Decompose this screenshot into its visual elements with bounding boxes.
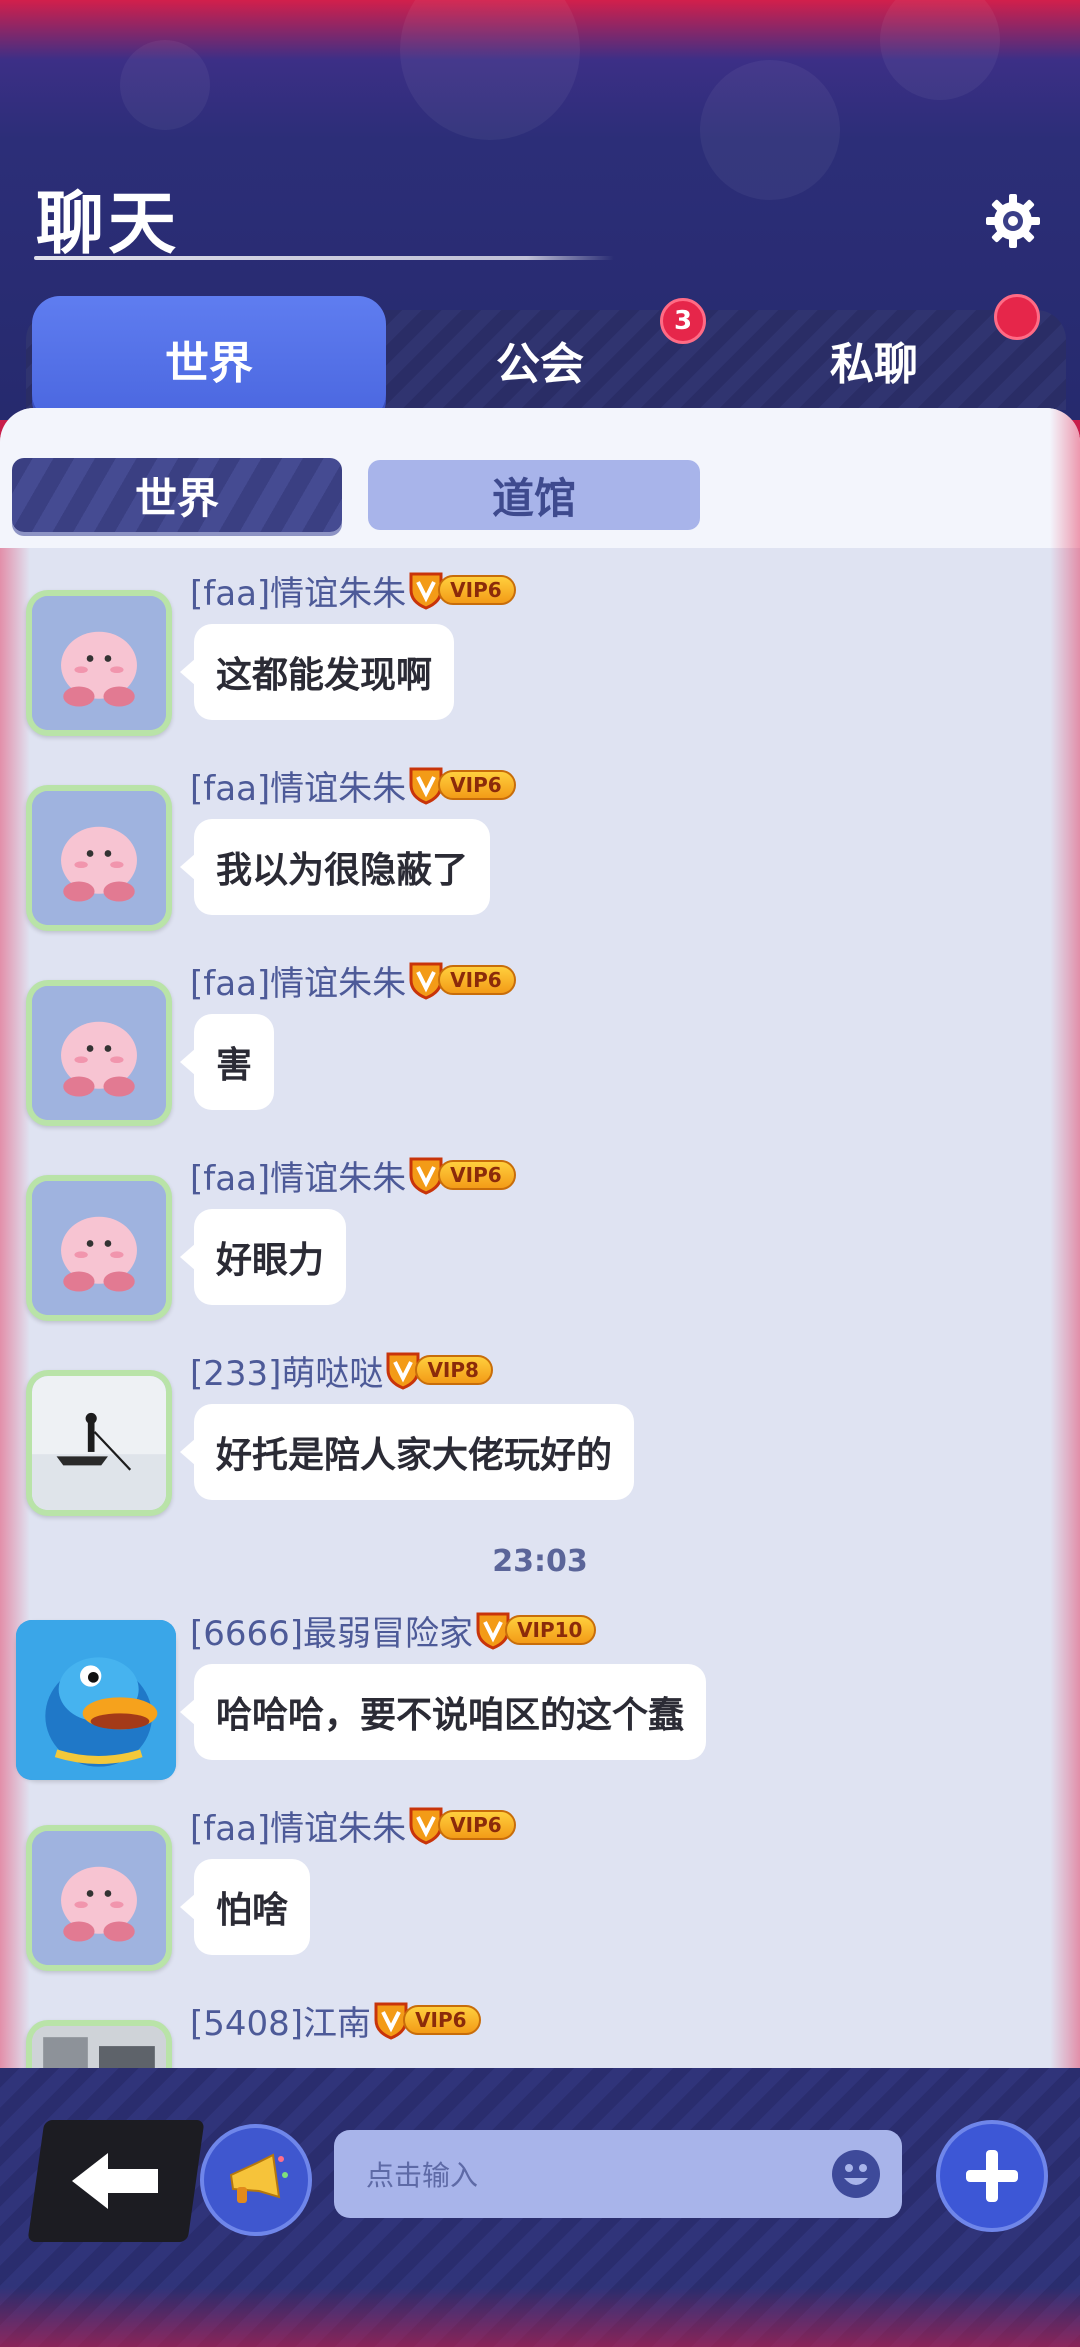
sender-row: [faa]情谊朱朱 VIP6	[190, 761, 516, 810]
duck-avatar[interactable]	[16, 1620, 176, 1780]
vip-level: VIP6	[438, 1810, 516, 1840]
vip-badge: VIP6	[408, 767, 516, 805]
chat-input[interactable]: 点击输入	[334, 2130, 902, 2218]
vip-badge: VIP6	[373, 2002, 481, 2040]
tab-label: 私聊	[830, 339, 918, 390]
message-bubble: 害	[179, 1014, 275, 1110]
sender-name[interactable]: [faa]情谊朱朱	[190, 1801, 406, 1850]
bottom-input-bar: 点击输入	[0, 2068, 1080, 2347]
sender-row: [faa]情谊朱朱 VIP6	[190, 566, 516, 615]
chat-panel: 世界 道馆 [faa]情谊朱朱 VIP6 这都能发现啊 [faa]情谊朱朱 VI…	[0, 408, 1080, 2068]
sender-row: [faa]情谊朱朱 VIP6	[190, 1151, 516, 1200]
chat-message: [6666]最弱冒险家 VIP10 哈哈哈，要不说咱区的这个蠢	[0, 1608, 1080, 1798]
vip-level: VIP6	[438, 1160, 516, 1190]
back-button[interactable]	[27, 2120, 205, 2242]
message-bubble: 我以为很隐蔽了	[179, 819, 491, 915]
vip-badge: VIP6	[408, 572, 516, 610]
megaphone-icon	[229, 2153, 288, 2203]
vip-badge: VIP6	[408, 962, 516, 1000]
chat-message: [faa]情谊朱朱 VIP6 怕啥	[0, 1803, 1080, 1993]
plus-icon	[966, 2150, 1018, 2202]
subtab-gym[interactable]: 道馆	[368, 460, 700, 530]
tab-world[interactable]: 世界	[32, 296, 386, 422]
vip-level: VIP6	[438, 965, 516, 995]
chat-message: [faa]情谊朱朱 VIP6 好眼力	[0, 1153, 1080, 1343]
tab-private[interactable]: 私聊	[724, 320, 1024, 400]
sender-name[interactable]: [6666]最弱冒险家	[190, 1606, 473, 1655]
page-title: 聊天	[36, 185, 181, 264]
message-bubble: 怕啥	[179, 1859, 311, 1955]
vip-level: VIP8	[415, 1355, 493, 1385]
message-bubble: 哈哈哈，要不说咱区的这个蠢	[179, 1664, 707, 1760]
emoji-icon[interactable]	[830, 2148, 882, 2200]
sender-name[interactable]: [faa]情谊朱朱	[190, 761, 406, 810]
timestamp: 23:03	[492, 1544, 588, 1579]
pink-blob-avatar[interactable]	[26, 980, 172, 1126]
sender-name[interactable]: [faa]情谊朱朱	[190, 1151, 406, 1200]
subtab-label: 世界	[134, 473, 219, 523]
tab-label: 公会	[496, 339, 584, 390]
sender-row: [faa]情谊朱朱 VIP6	[190, 956, 516, 1005]
subtab-world[interactable]: 世界	[12, 458, 342, 532]
message-bubble: 好托是陪人家大佬玩好的	[179, 1404, 635, 1500]
private-unread-dot	[994, 294, 1040, 340]
vip-level: VIP6	[403, 2005, 481, 2035]
message-bubble: 这都能发现啊	[179, 624, 455, 720]
vip-level: VIP10	[505, 1615, 597, 1645]
vip-badge: VIP6	[408, 1807, 516, 1845]
vip-level: VIP6	[438, 770, 516, 800]
chat-message: [faa]情谊朱朱 VIP6 我以为很隐蔽了	[0, 763, 1080, 953]
add-button[interactable]	[936, 2120, 1048, 2232]
megaphone-button[interactable]	[200, 2124, 312, 2236]
back-arrow-icon	[72, 2153, 158, 2209]
pink-blob-avatar[interactable]	[26, 590, 172, 736]
pink-blob-avatar[interactable]	[26, 1175, 172, 1321]
title-underline	[34, 256, 614, 260]
pink-blob-avatar[interactable]	[26, 785, 172, 931]
vip-badge: VIP10	[475, 1612, 597, 1650]
chat-message: [5408]江南 VIP6	[0, 1998, 1080, 2068]
vip-level: VIP6	[438, 575, 516, 605]
sender-row: [5408]江南 VIP6	[190, 1996, 481, 2045]
sender-row: [faa]情谊朱朱 VIP6	[190, 1801, 516, 1850]
sender-row: [6666]最弱冒险家 VIP10	[190, 1606, 597, 1655]
guild-unread-badge: 3	[660, 298, 706, 344]
sender-name[interactable]: [233]萌哒哒	[190, 1346, 383, 1395]
chat-message: [233]萌哒哒 VIP8 好托是陪人家大佬玩好的	[0, 1348, 1080, 1538]
sender-name[interactable]: [faa]情谊朱朱	[190, 956, 406, 1005]
vip-badge: VIP8	[385, 1352, 493, 1390]
sender-name[interactable]: [5408]江南	[190, 1996, 371, 2045]
sender-row: [233]萌哒哒 VIP8	[190, 1346, 493, 1395]
subtab-label: 道馆	[491, 473, 576, 523]
tab-label: 世界	[165, 338, 253, 389]
photo-avatar[interactable]	[26, 2020, 172, 2068]
message-bubble: 好眼力	[179, 1209, 347, 1305]
sender-name[interactable]: [faa]情谊朱朱	[190, 566, 406, 615]
pink-blob-avatar[interactable]	[26, 1825, 172, 1971]
boat-avatar[interactable]	[26, 1370, 172, 1516]
vip-badge: VIP6	[408, 1157, 516, 1195]
chat-message: [faa]情谊朱朱 VIP6 这都能发现啊	[0, 568, 1080, 758]
chat-message: [faa]情谊朱朱 VIP6 害	[0, 958, 1080, 1148]
tab-guild[interactable]: 公会	[390, 320, 690, 400]
gear-icon[interactable]	[984, 192, 1042, 250]
